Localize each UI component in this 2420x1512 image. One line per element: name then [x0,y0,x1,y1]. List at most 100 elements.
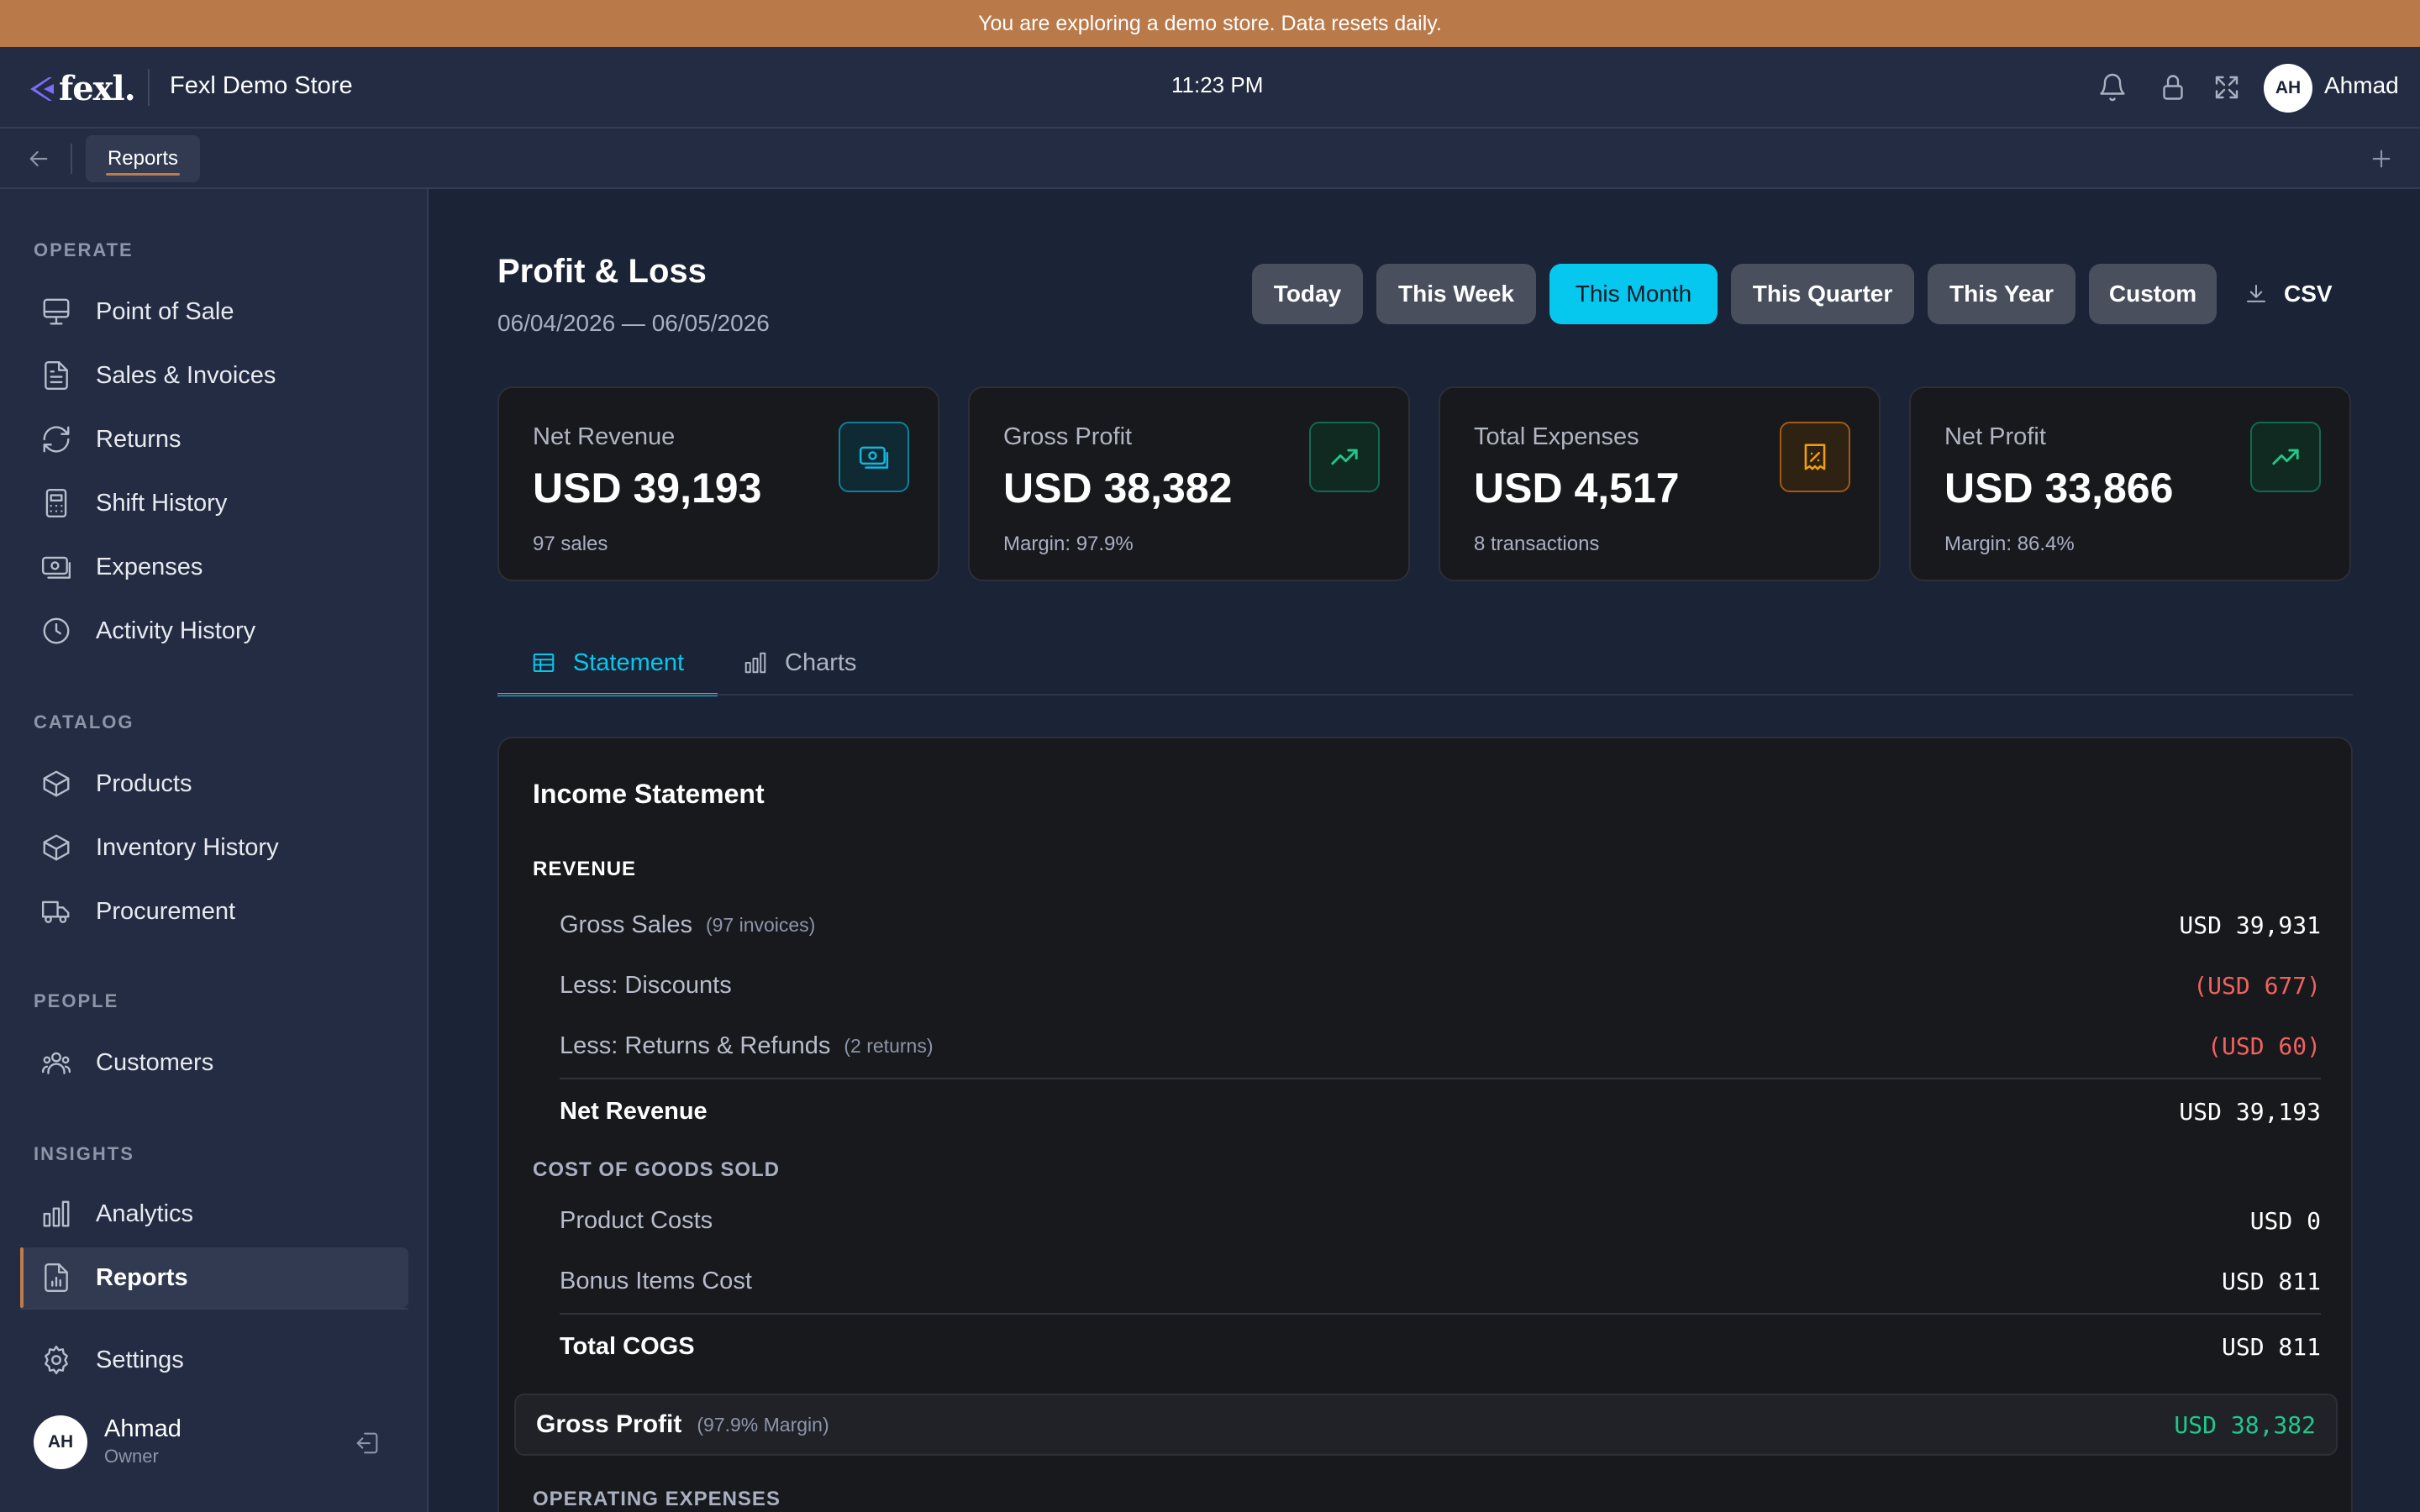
header-avatar[interactable]: AH [2264,64,2312,113]
kpi-label: Gross Profit [1003,423,1133,450]
row-value: (USD 60) [2207,1032,2321,1060]
logo-text: fexl. [59,69,136,108]
sidebar-item-sales-invoices[interactable]: Sales & Invoices [20,345,408,406]
sidebar-item-returns[interactable]: Returns [20,409,408,470]
row-value: USD 38,382 [2174,1410,2316,1439]
kpi-card-net-revenue: Net Revenue USD 39,193 97 sales [497,386,939,581]
sidebar-item-expenses[interactable]: Expenses [20,537,408,597]
period-this-month-button[interactable]: This Month [1549,264,1718,324]
tab-statement[interactable]: Statement [497,631,718,696]
period-custom-button[interactable]: Custom [2089,264,2217,324]
csv-export-button[interactable]: CSV [2244,264,2353,324]
store-name: Fexl Demo Store [170,72,353,99]
receipt-icon [1780,422,1850,492]
sidebar-item-label: Customers [96,1048,214,1076]
table-icon [531,650,556,675]
statement-row-bonus-items: Bonus Items Cost USD 811 [560,1256,2321,1306]
statement-row-discounts: Less: Discounts (USD 677) [560,960,2321,1011]
opex-heading: OPERATING EXPENSES [533,1488,781,1510]
row-value: USD 0 [2249,1206,2321,1235]
download-icon [2244,281,2269,307]
banknote-icon [40,551,72,583]
row-note: (97 invoices) [705,913,816,936]
box-icon [40,832,72,864]
sidebar-avatar[interactable]: AH [34,1415,87,1469]
row-label: Gross Profit [536,1410,682,1438]
sidebar-item-label: Activity History [96,617,256,644]
app-root: You are exploring a demo store. Data res… [0,0,2420,1512]
sidebar-item-label: Analytics [96,1200,194,1227]
row-value: USD 811 [2221,1332,2321,1361]
kpi-sub: 8 transactions [1474,533,1600,555]
sidebar-item-inventory-history[interactable]: Inventory History [20,817,408,878]
bell-icon[interactable] [2097,72,2128,102]
sidebar-item-label: Products [96,769,192,797]
sidebar-item-customers[interactable]: Customers [20,1032,408,1093]
section-label-people: PEOPLE [34,990,119,1011]
logout-icon[interactable] [353,1429,381,1457]
sidebar-item-procurement[interactable]: Procurement [20,881,408,942]
sidebar-item-shift-history[interactable]: Shift History [20,473,408,533]
sidebar: OPERATE Point of Sale Sales & Invoices R… [0,189,429,1512]
income-statement-panel: Income Statement REVENUE Gross Sales (97… [497,737,2353,1512]
kpi-value: USD 4,517 [1474,465,1680,512]
sidebar-item-point-of-sale[interactable]: Point of Sale [20,281,408,342]
calculator-icon [40,487,72,519]
sidebar-item-label: Returns [96,425,182,453]
period-this-quarter-button[interactable]: This Quarter [1731,264,1914,324]
sidebar-item-reports[interactable]: Reports [20,1247,408,1308]
kpi-label: Total Expenses [1474,423,1639,450]
back-arrow-icon[interactable] [25,145,52,172]
clock-icon [40,615,72,647]
kpi-label: Net Profit [1944,423,2046,450]
header-divider [148,69,150,106]
sidebar-item-label: Reports [96,1263,188,1291]
date-range: 06/04/2026 — 06/05/2026 [497,310,770,336]
row-label: Less: Returns & Refunds [560,1032,831,1059]
banknote-icon [839,422,909,492]
sidebar-item-settings[interactable]: Settings [20,1330,408,1390]
period-today-button[interactable]: Today [1252,264,1363,324]
bar-chart-icon [743,650,768,675]
tab-strip: Reports [0,129,2420,189]
plus-icon[interactable] [2368,145,2395,172]
kpi-card-total-expenses: Total Expenses USD 4,517 8 transactions [1439,386,1881,581]
refresh-icon [40,423,72,455]
row-value: USD 39,193 [2179,1097,2321,1126]
header-user-name[interactable]: Ahmad [2324,72,2399,99]
sidebar-item-products[interactable]: Products [20,753,408,814]
fullscreen-icon[interactable] [2212,72,2242,102]
period-this-year-button[interactable]: This Year [1928,264,2075,324]
kpi-sub: Margin: 86.4% [1944,533,2075,555]
sidebar-item-analytics[interactable]: Analytics [20,1184,408,1244]
tab-label: Statement [572,648,685,676]
main-content: Profit & Loss 06/04/2026 — 06/05/2026 To… [430,189,2420,1512]
tab-reports[interactable]: Reports [86,135,200,182]
sidebar-item-label: Expenses [96,553,203,580]
logo[interactable]: fexl. [27,69,136,108]
kpi-value: USD 39,193 [533,465,762,512]
tab-charts[interactable]: Charts [743,631,877,695]
kpi-label: Net Revenue [533,423,676,450]
row-label: Gross Sales [560,911,692,938]
statement-row-gross-profit: Gross Profit (97.9% Margin) USD 38,382 [514,1394,2338,1456]
sidebar-item-label: Procurement [96,897,236,925]
statement-row-gross-sales: Gross Sales (97 invoices) USD 39,931 [560,900,2321,950]
row-note: (97.9% Margin) [697,1413,829,1436]
section-label-insights: INSIGHTS [34,1143,134,1164]
section-label-catalog: CATALOG [34,711,134,732]
statement-row-net-revenue: Net Revenue USD 39,193 [560,1086,2321,1137]
sidebar-user-name: Ahmad [104,1415,182,1442]
row-label: Total COGS [560,1332,695,1360]
sidebar-item-activity-history[interactable]: Activity History [20,601,408,661]
top-header: fexl. Fexl Demo Store 11:23 PM AH Ahmad [0,47,2420,129]
lock-icon[interactable] [2158,72,2188,102]
sidebar-item-label: Shift History [96,489,228,517]
sidebar-item-label: Sales & Invoices [96,361,276,389]
trending-up-icon [2250,422,2321,492]
period-this-week-button[interactable]: This Week [1376,264,1536,324]
kpi-sub: 97 sales [533,533,608,555]
page-title: Profit & Loss [497,253,707,290]
demo-banner: You are exploring a demo store. Data res… [0,0,2420,47]
box-icon [40,768,72,800]
